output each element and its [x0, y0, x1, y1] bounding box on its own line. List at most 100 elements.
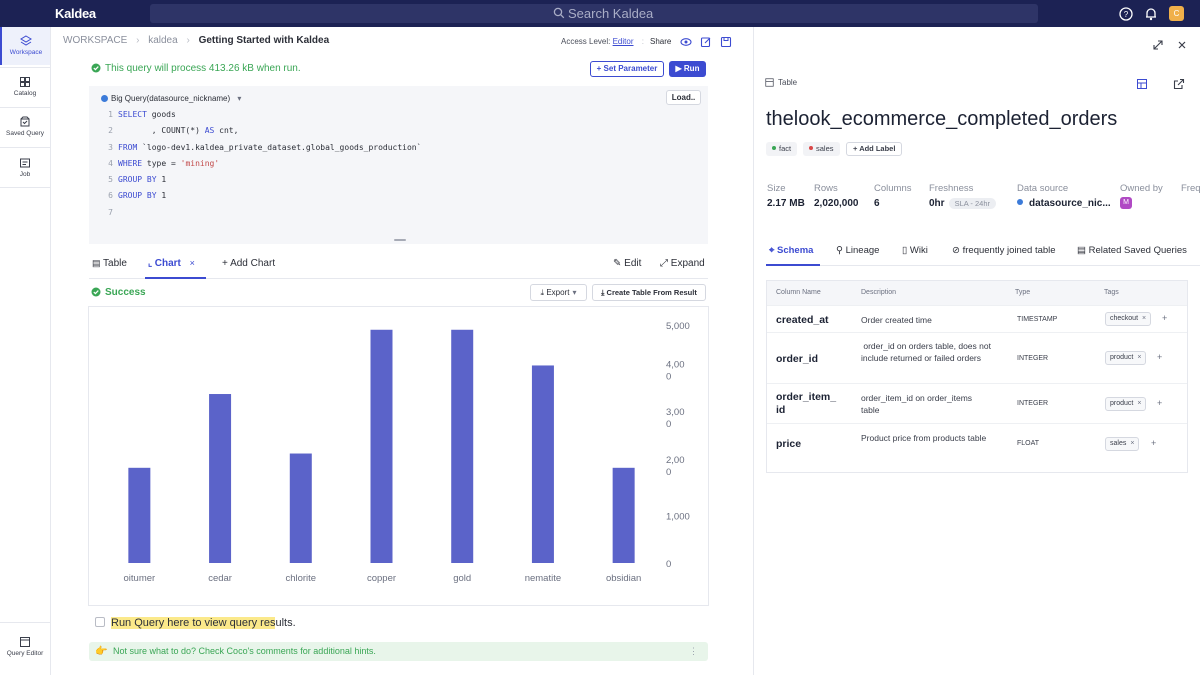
- tab-related-queries[interactable]: ▤ Related Saved Queries: [1077, 245, 1187, 256]
- datasource-selector[interactable]: Big Query(datasource_nickname) ▾: [101, 94, 241, 103]
- label-chip-fact[interactable]: fact: [766, 142, 798, 156]
- tab-chart[interactable]: ⌞ Chart ×: [148, 258, 195, 269]
- bell-icon[interactable]: [1143, 6, 1159, 22]
- tag-chip[interactable]: sales ×: [1105, 437, 1140, 451]
- external-link-icon[interactable]: [1173, 78, 1185, 90]
- nav-item-saved-query[interactable]: Saved Query: [0, 108, 50, 146]
- eye-icon[interactable]: [680, 36, 692, 48]
- breadcrumb-kaldea[interactable]: kaldea: [148, 35, 177, 46]
- nav-item-query-editor[interactable]: Query Editor: [0, 628, 50, 666]
- access-level-value[interactable]: Editor: [613, 37, 634, 46]
- breadcrumb-workspace[interactable]: WORKSPACE: [63, 35, 127, 46]
- x-tick-label: nematite: [525, 573, 561, 584]
- meta-datasource-value[interactable]: datasource_nic...: [1017, 198, 1111, 209]
- global-search-input[interactable]: Search Kaldea: [150, 4, 1038, 23]
- save-icon[interactable]: [720, 36, 732, 48]
- add-label-button[interactable]: + Add Label: [846, 142, 903, 156]
- result-status: Success: [91, 287, 146, 298]
- bar-cedar[interactable]: [209, 394, 232, 563]
- tab-schema[interactable]: ⌖ Schema: [769, 245, 813, 256]
- tag-chip[interactable]: product ×: [1105, 397, 1147, 411]
- expand-icon: ⤢: [660, 258, 671, 269]
- app-logo[interactable]: Kaldea: [55, 6, 96, 21]
- user-avatar[interactable]: C: [1169, 6, 1184, 21]
- remove-tag-icon[interactable]: ×: [1142, 315, 1146, 322]
- freshness-value: 0hr: [929, 198, 945, 209]
- add-tag-icon[interactable]: +: [1162, 313, 1167, 323]
- column-type: TIMESTAMP: [1017, 316, 1058, 323]
- datasource-label: Big Query(datasource_nickname): [111, 94, 231, 103]
- schema-row[interactable]: order_id order_id on orders table, does …: [767, 332, 1187, 383]
- schema-view-icon[interactable]: [1136, 78, 1148, 90]
- create-table-button[interactable]: ⤓ Create Table From Result: [592, 284, 706, 301]
- schema-row[interactable]: price Product price from products table …: [767, 423, 1187, 463]
- bar-hematite[interactable]: [531, 365, 554, 563]
- meta-owner-label: Owned by: [1120, 183, 1163, 194]
- meta-rows-label: Rows: [814, 183, 838, 194]
- tag-chip[interactable]: checkout ×: [1105, 312, 1152, 326]
- nav-item-job[interactable]: Job: [0, 149, 50, 187]
- bigquery-icon: [101, 95, 108, 102]
- left-nav: Workspace Catalog Saved Query Job Query …: [0, 27, 51, 675]
- remove-tag-icon[interactable]: ×: [1137, 354, 1141, 361]
- expand-panel-icon[interactable]: [1152, 39, 1164, 51]
- hint-text: Not sure what to do? Check Coco's commen…: [113, 646, 376, 656]
- bar-bitumen[interactable]: [128, 467, 151, 563]
- schema-row[interactable]: created_at Order created time TIMESTAMP …: [767, 305, 1187, 332]
- add-chart-button[interactable]: + Add Chart: [222, 258, 275, 269]
- link-icon: ⊘: [952, 245, 963, 256]
- meta-rows-value: 2,020,000: [814, 198, 859, 209]
- top-bar: Kaldea Search Kaldea ? C: [0, 0, 1200, 27]
- owner-avatar[interactable]: M: [1120, 197, 1132, 209]
- sql-editor[interactable]: Big Query(datasource_nickname) ▾ Load.. …: [89, 86, 708, 244]
- edit-chart-button[interactable]: ✎ Edit: [613, 258, 641, 269]
- edit-note-icon[interactable]: [700, 36, 712, 48]
- remove-tag-icon[interactable]: ×: [1137, 400, 1141, 407]
- bar-copper[interactable]: [370, 329, 393, 563]
- y-tick-label: 5,000: [666, 321, 690, 332]
- label-chip-sales[interactable]: sales: [803, 142, 840, 156]
- add-tag-icon[interactable]: +: [1151, 438, 1156, 448]
- bar-obsidian[interactable]: [612, 467, 635, 563]
- checkbox[interactable]: [95, 617, 105, 627]
- tag-chip[interactable]: product ×: [1105, 351, 1147, 365]
- tab-lineage[interactable]: ⚲ Lineage: [836, 245, 879, 256]
- tab-lineage-label: Lineage: [845, 245, 880, 256]
- y-tick-text: 0: [666, 372, 671, 383]
- nav-item-workspace[interactable]: Workspace: [0, 27, 50, 65]
- access-level-label: Access Level:: [561, 37, 611, 46]
- remove-tag-icon[interactable]: ×: [1130, 440, 1134, 447]
- tab-joined-table[interactable]: ⊘ frequently joined table: [952, 245, 1056, 256]
- meta-datasource-label: Data source: [1017, 183, 1069, 194]
- nav-item-catalog[interactable]: Catalog: [0, 68, 50, 106]
- code-text: GROUP BY 1: [118, 191, 166, 200]
- add-tag-icon[interactable]: +: [1157, 352, 1162, 362]
- set-parameter-button[interactable]: + Set Parameter: [590, 61, 664, 77]
- bar-chlorite[interactable]: [289, 453, 312, 563]
- hint-banner: 👉 Not sure what to do? Check Coco's comm…: [89, 642, 708, 661]
- share-button[interactable]: Share: [650, 37, 671, 46]
- close-tab-icon[interactable]: ×: [190, 258, 195, 268]
- bar-gold[interactable]: [451, 329, 474, 563]
- sql-token: `logo-dev1.kaldea_private_dataset.global…: [137, 142, 422, 152]
- code-text: SELECT goods: [118, 110, 176, 119]
- more-icon[interactable]: ⋮: [689, 642, 698, 661]
- schema-row[interactable]: order_item_ id order_item_id on order_it…: [767, 383, 1187, 423]
- tab-table[interactable]: ▤ Table: [92, 258, 127, 269]
- run-button[interactable]: ▶ Run: [669, 61, 706, 77]
- help-icon[interactable]: ?: [1118, 6, 1134, 22]
- line-number: 5: [108, 175, 113, 185]
- meta-columns-value: 6: [874, 198, 880, 209]
- resize-handle[interactable]: [394, 239, 406, 241]
- y-tick-text: 0: [666, 467, 671, 478]
- expand-button[interactable]: ⤢ Expand: [660, 258, 705, 269]
- load-button[interactable]: Load..: [666, 90, 701, 105]
- export-button[interactable]: ⤓ Export ▾: [530, 284, 587, 301]
- tab-wiki[interactable]: ▯ Wiki: [902, 245, 928, 256]
- chevron-down-icon: ▾: [237, 94, 242, 103]
- nav-divider: [0, 622, 50, 623]
- nav-label: Query Editor: [6, 650, 44, 657]
- check-circle-icon: [91, 63, 101, 73]
- close-icon[interactable]: [1176, 39, 1188, 51]
- add-tag-icon[interactable]: +: [1157, 398, 1162, 408]
